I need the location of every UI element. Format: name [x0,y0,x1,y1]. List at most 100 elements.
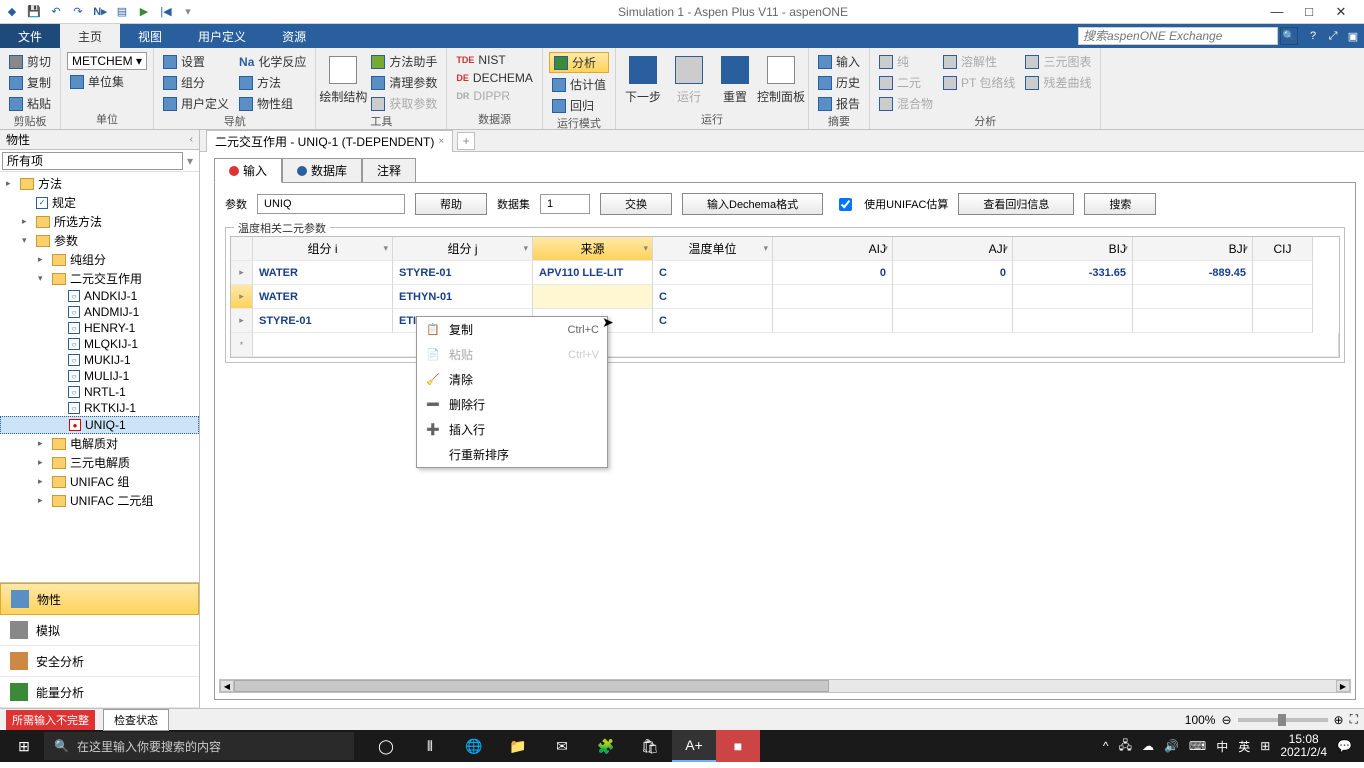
tree-unifacb[interactable]: ▸UNIFAC 二元组 [0,491,199,510]
dechema-format-button[interactable]: 输入Dechema格式 [682,193,823,215]
userdef-button[interactable]: 用户定义 [160,94,232,113]
setup-button[interactable]: 设置 [160,52,232,71]
col-aij[interactable]: AIJ▾ [773,237,893,261]
next-button[interactable]: 下一步 [622,50,664,110]
taskbar-clock[interactable]: 15:082021/2/4 [1280,733,1327,759]
task-view-icon[interactable]: ◯ [364,730,408,762]
close-button[interactable]: ✕ [1334,5,1348,19]
tab-view[interactable]: 视图 [120,24,180,48]
ime-lang1[interactable]: 中 [1216,738,1228,755]
input-icon[interactable]: ▤ [114,4,130,20]
propset-button[interactable]: 物性组 [236,94,309,113]
help-icon[interactable]: ? [1306,29,1320,43]
app2-icon[interactable]: ■ [716,730,760,762]
tree-henry[interactable]: ○HENRY-1 [0,320,199,336]
cpanel-button[interactable]: 控制面板 [760,50,802,110]
tree-methods[interactable]: ▸方法 [0,174,199,193]
aspen-icon[interactable]: A+ [672,730,716,762]
tray-cloud-icon[interactable]: ☁ [1142,739,1154,753]
tree-ternelec[interactable]: ▸三元电解质 [0,453,199,472]
nav-properties[interactable]: 物性 [0,583,199,615]
nist-button[interactable]: TDENIST [453,52,536,68]
ctx-reorder[interactable]: 行重新排序 [417,442,607,467]
tree-spec[interactable]: ✓规定 [0,193,199,212]
unifac-checkbox[interactable] [839,198,852,211]
tree-purecomp[interactable]: ▸纯组分 [0,250,199,269]
next-icon[interactable]: N▸ [92,4,108,20]
table-row[interactable]: ▸ STYRE-01 ETI C [231,309,1339,333]
tab-file[interactable]: 文件 [0,24,60,48]
unit-combo[interactable]: METCHEM▾ [67,52,147,70]
copy-button[interactable]: 复制 [6,73,54,92]
undo-icon[interactable]: ↶ [48,4,64,20]
zoom-slider[interactable] [1238,718,1328,722]
col-bij[interactable]: BIJ▾ [1013,237,1133,261]
maximize-button[interactable]: □ [1302,5,1316,19]
col-ci[interactable]: 组分 i▾ [253,237,393,261]
zoom-fit-icon[interactable]: ⛶ [1350,712,1358,727]
input-summary-button[interactable]: 输入 [815,52,863,71]
col-bji[interactable]: BJI▾ [1133,237,1253,261]
tab-home[interactable]: 主页 [60,24,120,48]
nav-energy[interactable]: 能量分析 [0,677,199,708]
analyze-button[interactable]: 分析 [549,52,609,73]
param-input[interactable] [257,194,405,214]
tray-up-icon[interactable]: ^ [1103,739,1109,753]
table-row-new[interactable]: * [231,333,1339,357]
ime-lang2[interactable]: 英 [1238,738,1250,755]
viewreg-button[interactable]: 查看回归信息 [958,193,1074,215]
tab-custom[interactable]: 用户定义 [180,24,264,48]
tree-mlqkij[interactable]: ○MLQKIJ-1 [0,336,199,352]
expand-icon[interactable]: ⤢ [1326,29,1340,43]
tree-elec[interactable]: ▸电解质对 [0,434,199,453]
cortana-icon[interactable]: ⫴ [408,730,452,762]
nav-simulation[interactable]: 模拟 [0,615,199,646]
mail-icon[interactable]: ✉ [540,730,584,762]
tray-network-icon[interactable]: 🖧 [1119,736,1132,757]
tree-mulij[interactable]: ○MULIJ-1 [0,368,199,384]
tree-binary[interactable]: ▾二元交互作用 [0,269,199,288]
regress-button[interactable]: 回归 [549,96,609,115]
hide-ribbon-icon[interactable]: ▣ [1346,29,1360,43]
chemistry-button[interactable]: Na化学反应 [236,52,309,71]
unitset-button[interactable]: 单位集 [67,72,147,91]
ime-icon[interactable]: ⊞ [1260,739,1270,753]
qat-more-icon[interactable]: ▾ [180,4,196,20]
report-button[interactable]: 报告 [815,94,863,113]
subtab-input[interactable]: 输入 [214,158,282,183]
zoom-out-icon[interactable]: ⊖ [1221,713,1231,727]
tree-unifacg[interactable]: ▸UNIFAC 组 [0,472,199,491]
store-icon[interactable]: 🛍 [628,730,672,762]
search-button[interactable]: 搜索 [1084,193,1156,215]
history-button[interactable]: 历史 [815,73,863,92]
methods-button[interactable]: 方法 [236,73,309,92]
subtab-notes[interactable]: 注释 [362,158,416,182]
tree-uniq[interactable]: ●UNIQ-1 [0,416,199,434]
app1-icon[interactable]: 🧩 [584,730,628,762]
save-icon[interactable]: 💾 [26,4,42,20]
tree-andmij[interactable]: ○ANDMIJ-1 [0,304,199,320]
minimize-button[interactable]: — [1270,5,1284,19]
col-cj[interactable]: 组分 j▾ [393,237,533,261]
nav-safety[interactable]: 安全分析 [0,646,199,677]
tab-resources[interactable]: 资源 [264,24,324,48]
dataset-input[interactable] [540,194,590,214]
ctx-delrow[interactable]: ➖删除行 [417,392,607,417]
tree-rktkij[interactable]: ○RKTKIJ-1 [0,400,199,416]
ctx-clear[interactable]: 🧹清除 [417,367,607,392]
new-tab-button[interactable]: + [457,132,475,150]
reset-button[interactable]: 重置 [714,50,756,110]
panel-collapse-icon[interactable]: ‹ [190,134,193,145]
start-button[interactable]: ⊞ [4,730,44,762]
horizontal-scrollbar[interactable]: ◀▶ [219,679,1351,693]
col-src[interactable]: 来源▾ [533,237,653,261]
methodassist-button[interactable]: 方法助手 [368,52,440,71]
explorer-icon[interactable]: 📁 [496,730,540,762]
play-icon[interactable]: ▶ [136,4,152,20]
tree-params[interactable]: ▾参数 [0,231,199,250]
document-tab[interactable]: 二元交互作用 - UNIQ-1 (T-DEPENDENT)× [206,130,453,152]
tree-mukij[interactable]: ○MUKIJ-1 [0,352,199,368]
zoom-in-icon[interactable]: ⊕ [1334,713,1344,727]
filter-dropdown-icon[interactable]: ▾ [183,154,197,168]
tray-keyboard-icon[interactable]: ⌨ [1189,739,1206,753]
